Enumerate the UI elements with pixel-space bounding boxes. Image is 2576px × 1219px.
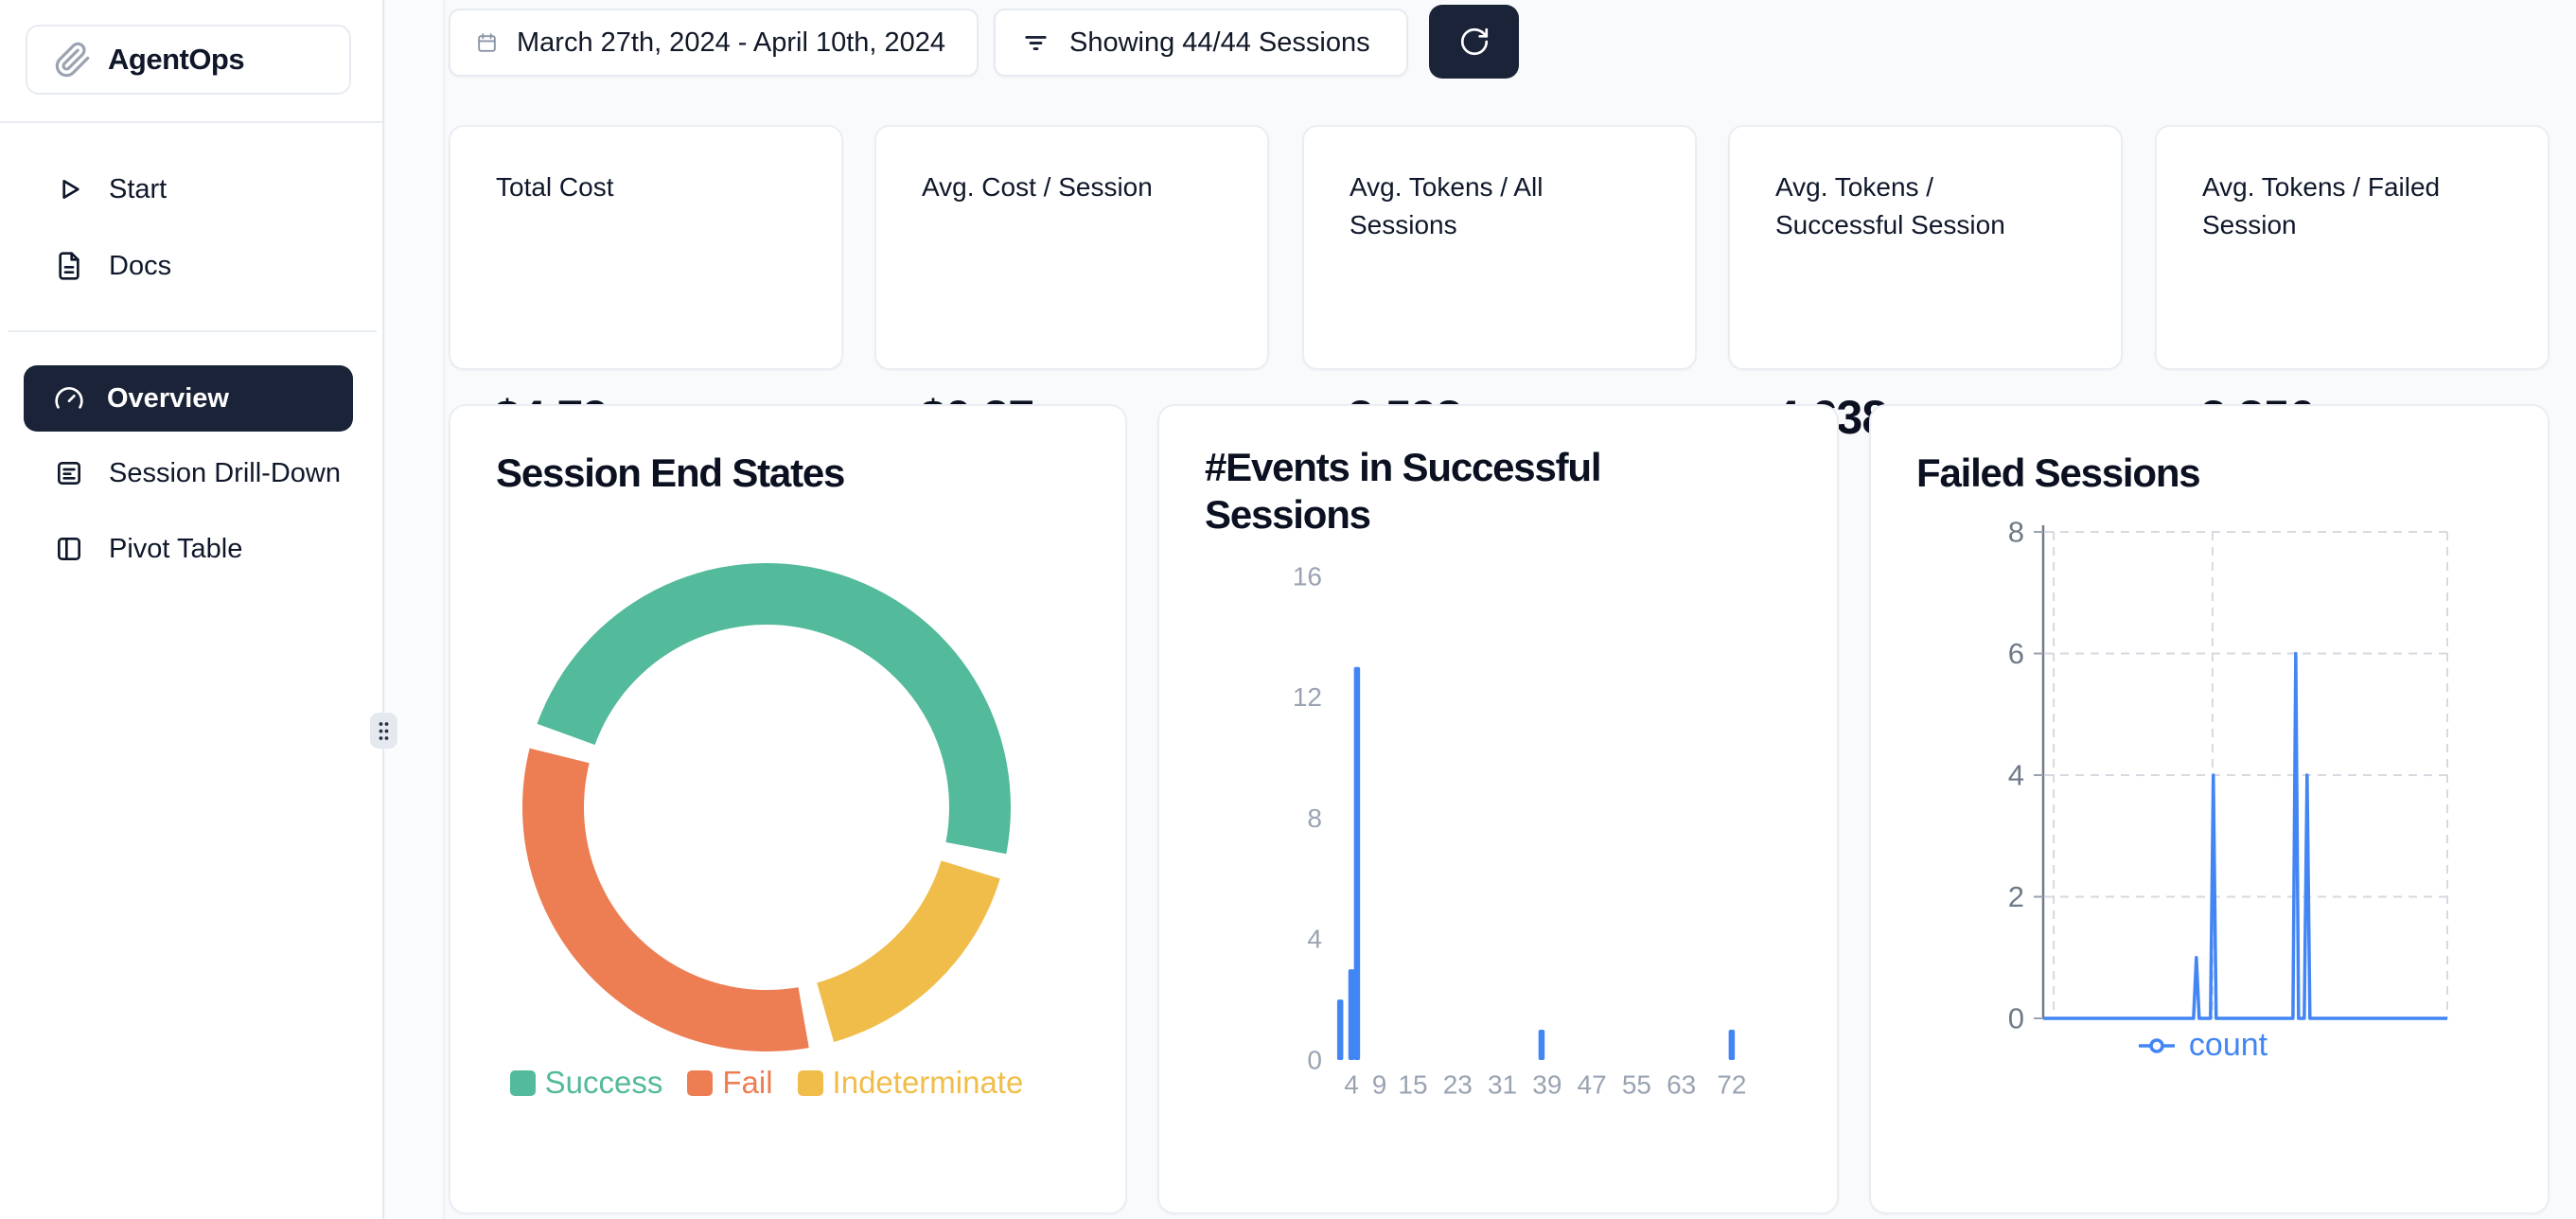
svg-text:72: 72 [1717,1070,1746,1100]
svg-text:4: 4 [1307,925,1322,954]
date-range-button[interactable]: March 27th, 2024 - April 10th, 2024 [449,9,979,77]
sidebar-resize-gutter [386,0,445,1219]
svg-text:6: 6 [2008,637,2024,670]
calendar-icon [475,31,499,55]
stat-label: Avg. Tokens / Successful Session [1775,168,2064,244]
sidebar-item-label: Start [109,174,167,205]
donut-legend: Success Fail Indeterminate [454,1065,1079,1101]
bar [1349,969,1355,1060]
document-icon [54,251,84,281]
legend-item-fail[interactable]: Fail [687,1065,772,1101]
filter-label: Showing 44/44 Sessions [1069,27,1370,59]
donut-slice-success [538,563,1011,854]
play-icon [54,174,84,204]
donut-slice-fail [522,749,809,1051]
sidebar-item-label: Overview [107,383,229,415]
legend-label: Success [545,1065,663,1101]
svg-text:0: 0 [1307,1046,1322,1075]
svg-text:2: 2 [2008,880,2024,913]
sidebar-divider [8,330,377,332]
svg-text:16: 16 [1293,561,1322,591]
legend-label: Indeterminate [833,1065,1024,1101]
line-chart-legend[interactable]: count [1994,1027,2410,1064]
svg-text:39: 39 [1532,1070,1561,1100]
legend-swatch [510,1070,536,1096]
bar [1729,1030,1736,1060]
count-line [2043,654,2447,1019]
donut-slice-indeterminate [817,860,1000,1042]
logo[interactable]: AgentOps [26,25,351,95]
filter-button[interactable]: Showing 44/44 Sessions [994,9,1408,77]
stat-card-avg-tokens-all: Avg. Tokens / All Sessions 3,598 [1302,125,1697,370]
gauge-icon [54,383,84,414]
legend-item-success[interactable]: Success [510,1065,663,1101]
stat-card-avg-cost: Avg. Cost / Session $0.27 [874,125,1269,370]
svg-text:23: 23 [1443,1070,1473,1100]
sidebar-item-start[interactable]: Start [0,159,382,220]
sidebar-item-overview[interactable]: Overview [24,365,353,432]
bar [1337,999,1344,1060]
list-icon [54,458,84,488]
stat-label: Avg. Cost / Session [922,168,1210,206]
drag-handle[interactable] [370,713,397,749]
legend-swatch [798,1070,823,1096]
legend-label: count [2189,1027,2267,1064]
svg-text:63: 63 [1667,1070,1696,1100]
stat-label: Total Cost [496,168,785,206]
paperclip-icon [54,41,92,79]
stat-label: Avg. Tokens / Failed Session [2202,168,2491,244]
bar [1354,667,1361,1060]
bar-chart-svg: 0481216491523313947556372 [1159,406,1839,1214]
svg-text:55: 55 [1622,1070,1651,1100]
app-title: AgentOps [108,43,244,77]
drag-handle-dots-icon [377,720,391,742]
sidebar-item-session-drill-down[interactable]: Session Drill-Down [0,443,382,504]
line-chart-svg: 02468 [1871,406,2550,1214]
svg-text:12: 12 [1293,682,1322,712]
svg-text:4: 4 [1344,1070,1359,1100]
stat-card-avg-tokens-successful: Avg. Tokens / Successful Session 4,638 [1728,125,2123,370]
svg-text:4: 4 [2008,759,2024,792]
svg-text:9: 9 [1372,1070,1387,1100]
failed-sessions-card: Failed Sessions 02468 count [1869,404,2550,1214]
filter-lines-icon [1022,29,1050,57]
svg-text:47: 47 [1578,1070,1607,1100]
date-range-label: March 27th, 2024 - April 10th, 2024 [517,27,945,59]
svg-text:8: 8 [1307,804,1322,833]
events-histogram-card: #Events in Successful Sessions 048121649… [1157,404,1839,1214]
sidebar-item-label: Session Drill-Down [109,458,341,489]
refresh-button[interactable] [1429,5,1519,79]
svg-text:8: 8 [2008,516,2024,549]
session-end-states-card: Session End States Success Fail Indeterm… [449,404,1127,1214]
stat-label: Avg. Tokens / All Sessions [1350,168,1638,244]
sidebar: AgentOps Start Docs Overview [0,0,384,1219]
svg-text:31: 31 [1488,1070,1517,1100]
legend-label: Fail [722,1065,772,1101]
sidebar-item-pivot-table[interactable]: Pivot Table [0,519,382,579]
legend-item-indeterminate[interactable]: Indeterminate [798,1065,1024,1101]
svg-text:15: 15 [1398,1070,1427,1100]
sidebar-item-docs[interactable]: Docs [0,236,382,296]
agentops-dashboard: { "app": { "name": "AgentOps" }, "colors… [0,0,2576,1219]
stat-card-total-cost: Total Cost $4.79 [449,125,843,370]
sidebar-item-label: Docs [109,251,171,282]
legend-swatch [687,1070,713,1096]
panel-left-icon [54,534,84,564]
bar [1539,1030,1545,1060]
line-marker-icon [2137,1036,2177,1055]
sidebar-divider [0,121,382,123]
refresh-icon [1458,26,1491,58]
sidebar-item-label: Pivot Table [109,534,242,565]
stat-card-avg-tokens-failed: Avg. Tokens / Failed Session 3,856 [2155,125,2550,370]
